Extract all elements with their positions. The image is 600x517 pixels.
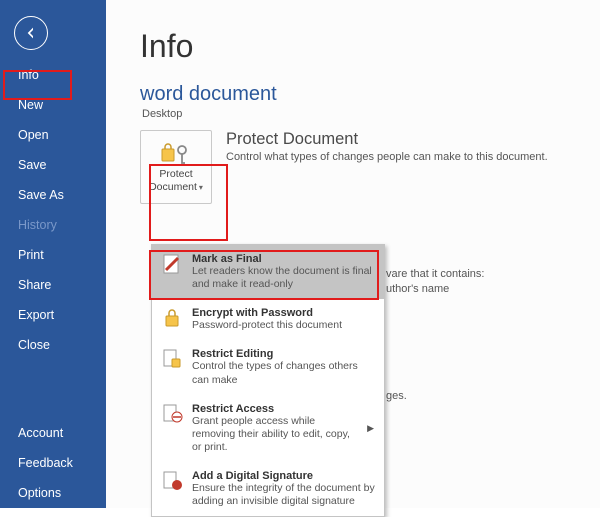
restrict-access-icon [160,403,184,427]
backstage-sidebar: Info New Open Save Save As History Print… [0,0,106,508]
info-pane: Info word document Desktop Protect Docum… [106,0,600,508]
menu-item-title: Add a Digital Signature [192,470,376,482]
menu-item-title: Restrict Access [192,403,359,415]
sidebar-item-save[interactable]: Save [0,150,106,180]
sidebar-item-print[interactable]: Print [0,240,106,270]
sidebar-item-new[interactable]: New [0,90,106,120]
sidebar-item-info[interactable]: Info [0,60,106,90]
protect-button-label-2: Document [149,181,203,194]
back-button[interactable] [14,16,48,50]
protect-section-heading: Protect Document [226,130,548,149]
menu-item-desc: Control the types of changes others can … [192,360,376,386]
protect-button-label-1: Protect [159,168,192,181]
document-path: Desktop [142,108,580,120]
mark-final-icon [160,253,184,277]
menu-item-desc: Password-protect this document [192,319,376,332]
sidebar-item-open[interactable]: Open [0,120,106,150]
encrypt-icon [160,307,184,331]
inspect-line-3: ges. [386,390,407,402]
menu-item-desc: Let readers know the document is final a… [192,265,376,291]
inspect-line-2: uthor's name [386,283,449,295]
protect-document-menu: Mark as Final Let readers know the docum… [151,244,385,517]
menu-item-title: Restrict Editing [192,348,376,360]
lock-key-icon [160,140,192,166]
menu-item-desc: Grant people access while removing their… [192,415,359,454]
sidebar-item-export[interactable]: Export [0,300,106,330]
menu-item-encrypt[interactable]: Encrypt with Password Password-protect t… [152,299,384,340]
menu-item-mark-as-final[interactable]: Mark as Final Let readers know the docum… [152,245,384,299]
menu-item-restrict-access[interactable]: Restrict Access Grant people access whil… [152,395,384,462]
arrow-left-icon [23,25,39,41]
menu-item-digital-signature[interactable]: Add a Digital Signature Ensure the integ… [152,462,384,516]
chevron-right-icon: ▶ [367,423,376,434]
signature-icon [160,470,184,494]
menu-item-title: Encrypt with Password [192,307,376,319]
sidebar-item-account[interactable]: Account [0,418,106,448]
sidebar-item-feedback[interactable]: Feedback [0,448,106,478]
sidebar-item-options[interactable]: Options [0,478,106,508]
sidebar-item-saveas[interactable]: Save As [0,180,106,210]
protect-document-button[interactable]: Protect Document [140,130,212,204]
sidebar-item-history: History [0,210,106,240]
sidebar-item-close[interactable]: Close [0,330,106,360]
protect-section-subtext: Control what types of changes people can… [226,151,548,163]
inspect-line-1: vare that it contains: [386,268,484,280]
document-name[interactable]: word document [140,83,580,106]
page-title: Info [140,28,580,65]
menu-item-restrict-editing[interactable]: Restrict Editing Control the types of ch… [152,340,384,394]
menu-item-title: Mark as Final [192,253,376,265]
menu-item-desc: Ensure the integrity of the document by … [192,482,376,508]
restrict-editing-icon [160,348,184,372]
sidebar-item-share[interactable]: Share [0,270,106,300]
